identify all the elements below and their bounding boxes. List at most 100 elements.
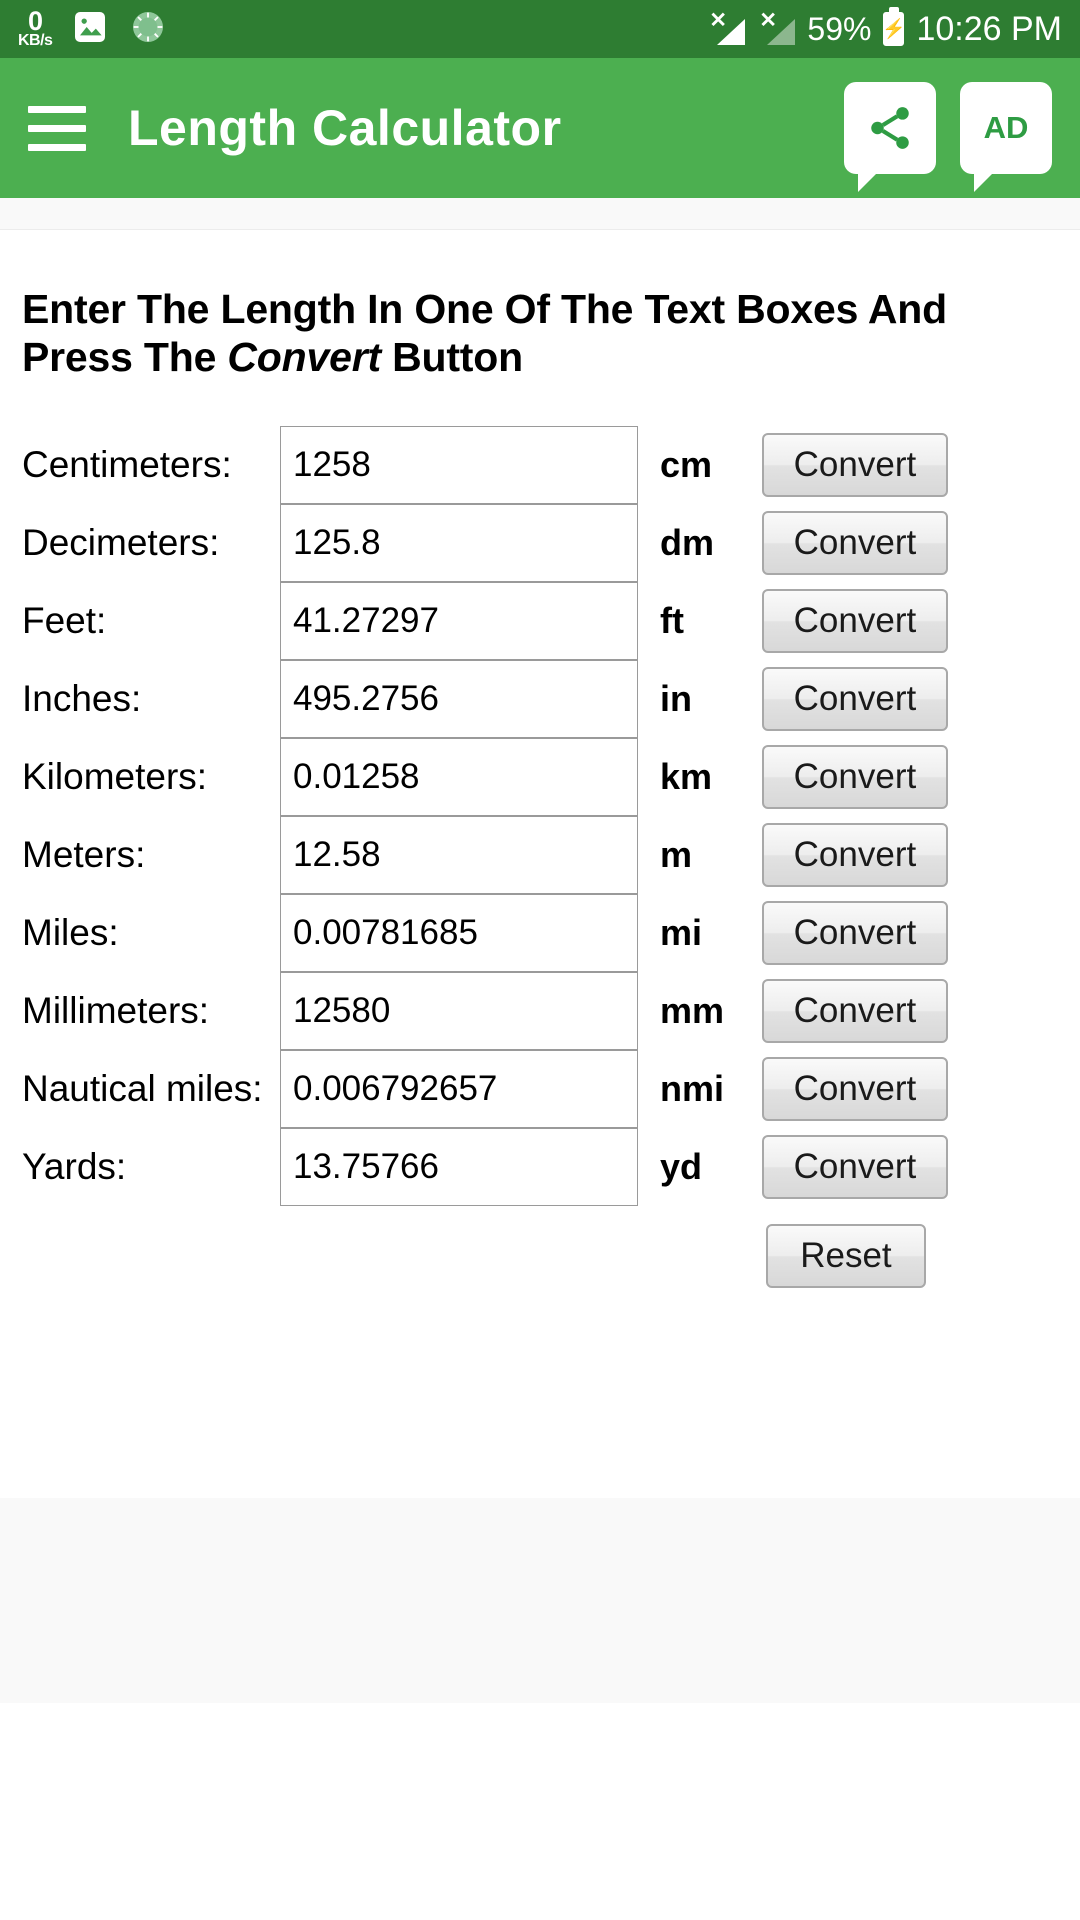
row-label: Centimeters: [22, 444, 232, 486]
convert-button-yards[interactable]: Convert [761, 1134, 948, 1199]
row-input-cell [280, 581, 660, 660]
row-input-cell [280, 815, 660, 894]
table-row: Nautical miles: nmi Convert [22, 1049, 1058, 1128]
row-unit: yd [660, 1145, 703, 1187]
row-label: Millimeters: [22, 990, 210, 1032]
row-unit: in [660, 677, 692, 719]
row-button-cell: Convert [761, 738, 1058, 816]
hamburger-menu-icon[interactable] [28, 105, 86, 151]
reset-button[interactable]: Reset [765, 1223, 926, 1288]
network-speed-indicator: 0 KB/s [18, 6, 53, 50]
converter-table: Centimeters: cm Convert Decimeters: dm C… [22, 425, 1058, 1288]
kilometers-input[interactable] [280, 737, 638, 816]
convert-button-millimeters[interactable]: Convert [761, 978, 948, 1043]
content-bottom-spacer [0, 1287, 1080, 1498]
inches-input[interactable] [280, 659, 638, 738]
reset-button-cell: Reset [762, 1206, 1058, 1288]
decimeters-input[interactable] [280, 503, 638, 582]
status-bar: 0 KB/s ✕ ✕ 59% ⚡ 10:26 PM [0, 0, 1080, 58]
feet-input[interactable] [280, 581, 638, 660]
nautical-miles-input[interactable] [280, 1049, 638, 1128]
table-row: Centimeters: cm Convert [22, 425, 1058, 504]
convert-button-kilometers[interactable]: Convert [761, 744, 948, 809]
convert-button-centimeters[interactable]: Convert [761, 432, 948, 497]
table-row: Yards: yd Convert [22, 1127, 1058, 1206]
row-input-cell [280, 971, 660, 1050]
miles-input[interactable] [280, 893, 638, 972]
reset-spacer-1 [22, 1206, 280, 1288]
signal-no-service-faded-icon: ✕ [757, 10, 796, 46]
row-unit: nmi [660, 1067, 725, 1109]
table-row: Inches: in Convert [22, 659, 1058, 738]
row-label: Inches: [22, 678, 142, 720]
app-bar-actions: AD [844, 82, 1052, 192]
convert-button-inches[interactable]: Convert [761, 666, 948, 731]
content-top-strip [0, 198, 1080, 230]
network-speed-unit: KB/s [18, 32, 53, 50]
centimeters-input[interactable] [280, 425, 638, 504]
table-row: Millimeters: mm Convert [22, 971, 1058, 1050]
share-icon [865, 103, 915, 153]
row-input-cell [280, 737, 660, 816]
row-unit: ft [660, 599, 684, 641]
instructions-emphasis: Convert [227, 333, 381, 380]
yards-input[interactable] [280, 1127, 638, 1206]
row-label: Kilometers: [22, 756, 208, 798]
convert-button-miles[interactable]: Convert [761, 900, 948, 965]
row-label: Miles: [22, 912, 119, 954]
row-input-cell [280, 1049, 660, 1128]
row-unit: cm [660, 443, 713, 485]
app-bar: Length Calculator AD [0, 58, 1080, 198]
row-button-cell: Convert [761, 1050, 1058, 1128]
row-label: Yards: [22, 1146, 127, 1188]
battery-percent: 59% [807, 10, 872, 47]
row-unit: m [660, 833, 693, 875]
clock: 10:26 PM [916, 9, 1062, 48]
ad-button[interactable]: AD [960, 82, 1052, 192]
image-icon [70, 7, 110, 52]
converter-rows: Centimeters: cm Convert Decimeters: dm C… [22, 425, 1058, 1288]
row-button-cell: Convert [761, 582, 1058, 660]
row-button-cell: Convert [761, 816, 1058, 894]
row-label: Decimeters: [22, 522, 220, 564]
table-row: Decimeters: dm Convert [22, 503, 1058, 582]
row-button-cell: Convert [761, 972, 1058, 1050]
row-input-cell [280, 503, 660, 582]
row-label: Feet: [22, 600, 107, 642]
convert-button-decimeters[interactable]: Convert [761, 510, 948, 575]
row-label: Nautical miles: [22, 1068, 263, 1110]
reset-button-wrap: Reset [765, 1223, 1058, 1288]
reset-spacer-2 [280, 1206, 660, 1288]
share-button[interactable] [844, 82, 936, 192]
meters-input[interactable] [280, 815, 638, 894]
ad-label: AD [983, 110, 1029, 145]
convert-button-meters[interactable]: Convert [761, 822, 948, 887]
signal-no-service-icon: ✕ [707, 10, 746, 46]
row-unit: mm [660, 989, 725, 1031]
row-button-cell: Convert [761, 1128, 1058, 1206]
hamburger-line-3 [28, 143, 86, 151]
table-row: Kilometers: km Convert [22, 737, 1058, 816]
hamburger-line-1 [28, 105, 86, 113]
row-button-cell: Convert [761, 894, 1058, 972]
status-bar-left: 0 KB/s [18, 7, 168, 52]
row-button-cell: Convert [761, 660, 1058, 738]
millimeters-input[interactable] [280, 971, 638, 1050]
table-row: Meters: m Convert [22, 815, 1058, 894]
battery-charging-icon: ⚡ [882, 12, 906, 46]
convert-button-nautical-miles[interactable]: Convert [761, 1056, 948, 1121]
table-row: Miles: mi Convert [22, 893, 1058, 972]
row-input-cell [280, 1127, 660, 1206]
table-row: Feet: ft Convert [22, 581, 1058, 660]
charging-bolt-glyph: ⚡ [882, 19, 906, 40]
bottom-ad-panel [0, 1497, 1080, 1703]
page-title: Length Calculator [128, 100, 562, 156]
row-unit: km [660, 755, 713, 797]
signal-bars [717, 19, 746, 45]
convert-button-feet[interactable]: Convert [761, 588, 948, 653]
signal-bars-faded [767, 19, 796, 45]
reset-spacer-3 [660, 1206, 762, 1288]
instructions-heading: Enter The Length In One Of The Text Boxe… [22, 230, 1058, 426]
network-speed-value: 0 [27, 6, 43, 37]
row-button-cell: Convert [761, 426, 1058, 504]
